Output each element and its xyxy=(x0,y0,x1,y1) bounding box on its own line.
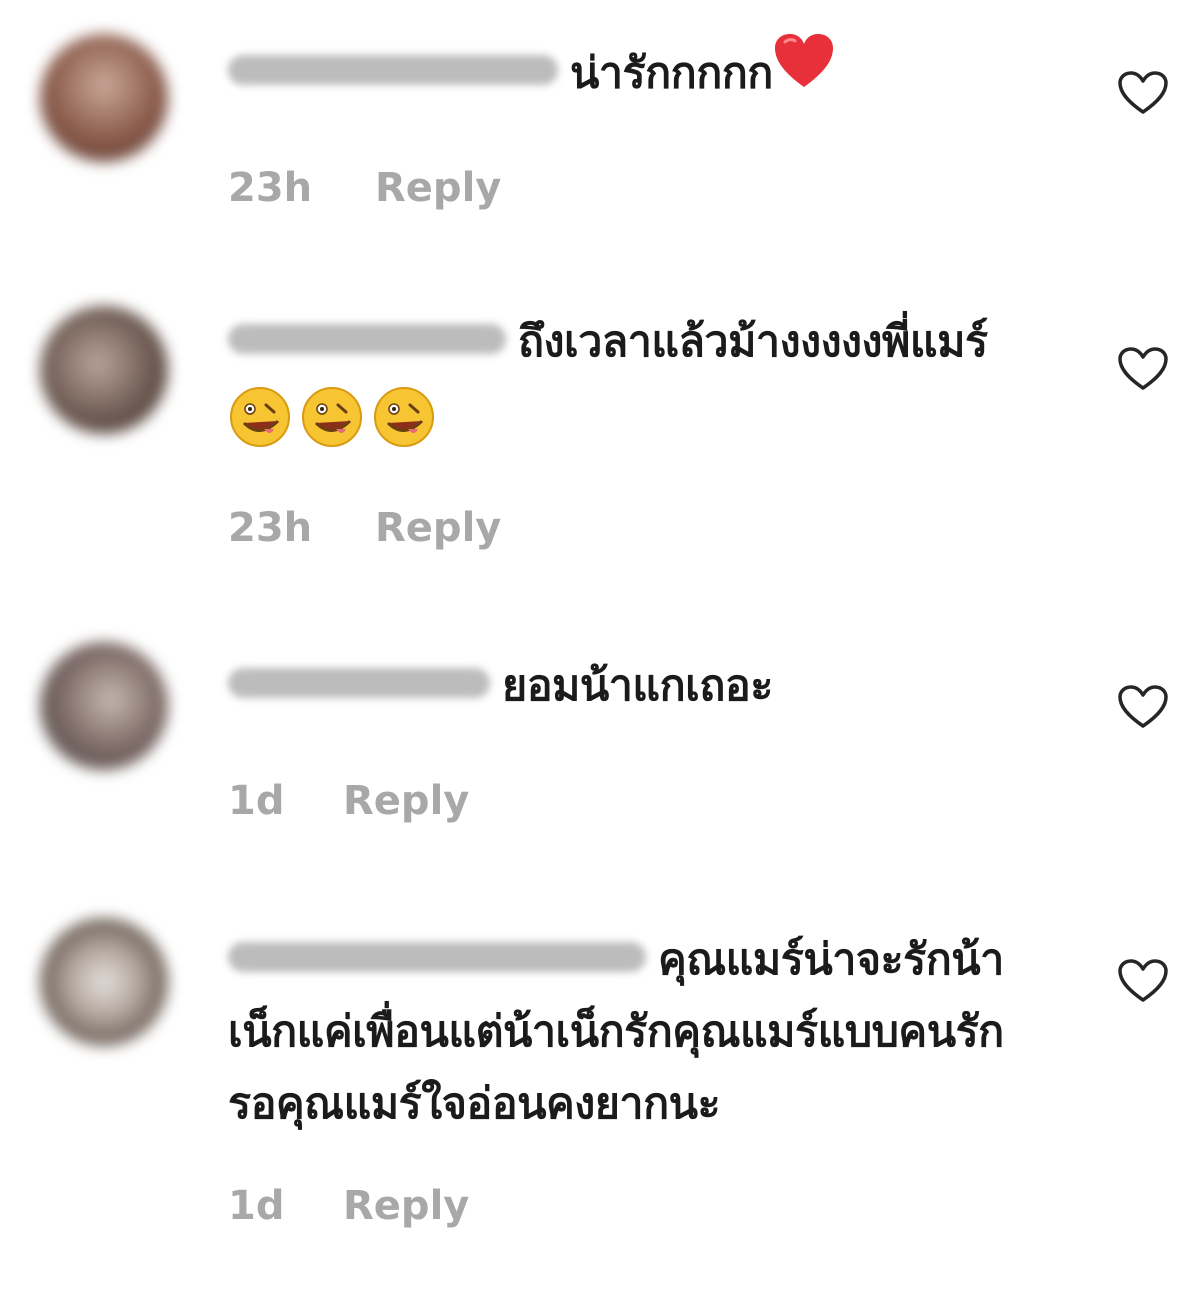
heart-outline-icon[interactable] xyxy=(1117,684,1169,730)
comment-body: น่ารักกกกก xyxy=(570,48,773,99)
comment-body: ยอมน้าแกเถอะ xyxy=(502,661,773,711)
comment-timestamp: 23h xyxy=(228,505,313,551)
comment-text: น่ารักกกกก xyxy=(228,34,1073,116)
comment-meta: 1d Reply xyxy=(228,1186,469,1226)
comment-timestamp: 1d xyxy=(228,1183,285,1229)
comment-body: ถึงเวลาแล้วม้างงงงงพี่แมร์ xyxy=(518,317,988,367)
heart-outline-icon[interactable] xyxy=(1117,958,1169,1004)
comment-timestamp: 23h xyxy=(228,165,313,211)
red-heart-icon xyxy=(773,32,835,112)
comment-meta: 23h Reply xyxy=(228,168,501,208)
reply-button[interactable]: Reply xyxy=(375,508,501,548)
reply-button[interactable]: Reply xyxy=(343,1186,469,1226)
username-blurred[interactable] xyxy=(228,55,558,85)
comment-text: ยอมน้าแกเถอะ xyxy=(228,650,1073,722)
zany-face-icon xyxy=(230,386,290,447)
username-blurred[interactable] xyxy=(228,941,646,972)
heart-outline-icon[interactable] xyxy=(1117,346,1169,392)
username-blurred[interactable] xyxy=(228,667,490,698)
avatar[interactable] xyxy=(40,642,168,770)
reply-button[interactable]: Reply xyxy=(343,781,469,821)
comment-timestamp: 1d xyxy=(228,778,285,824)
avatar[interactable] xyxy=(40,918,168,1046)
avatar[interactable] xyxy=(40,34,168,162)
comment-text: ถึงเวลาแล้วม้างงงงงพี่แมร์ xyxy=(228,306,1073,450)
emoji-group xyxy=(228,385,436,449)
comment-text: คุณแมร์น่าจะรักน้าเน็กแค่เพื่อนแต่น้าเน็… xyxy=(228,924,1063,1140)
avatar[interactable] xyxy=(40,306,168,434)
zany-face-icon xyxy=(302,386,362,447)
heart-outline-icon[interactable] xyxy=(1117,70,1169,116)
zany-face-icon xyxy=(374,386,434,447)
username-blurred[interactable] xyxy=(228,323,506,354)
comment-meta: 23h Reply xyxy=(228,508,501,548)
reply-button[interactable]: Reply xyxy=(375,168,501,208)
comment-meta: 1d Reply xyxy=(228,781,469,821)
